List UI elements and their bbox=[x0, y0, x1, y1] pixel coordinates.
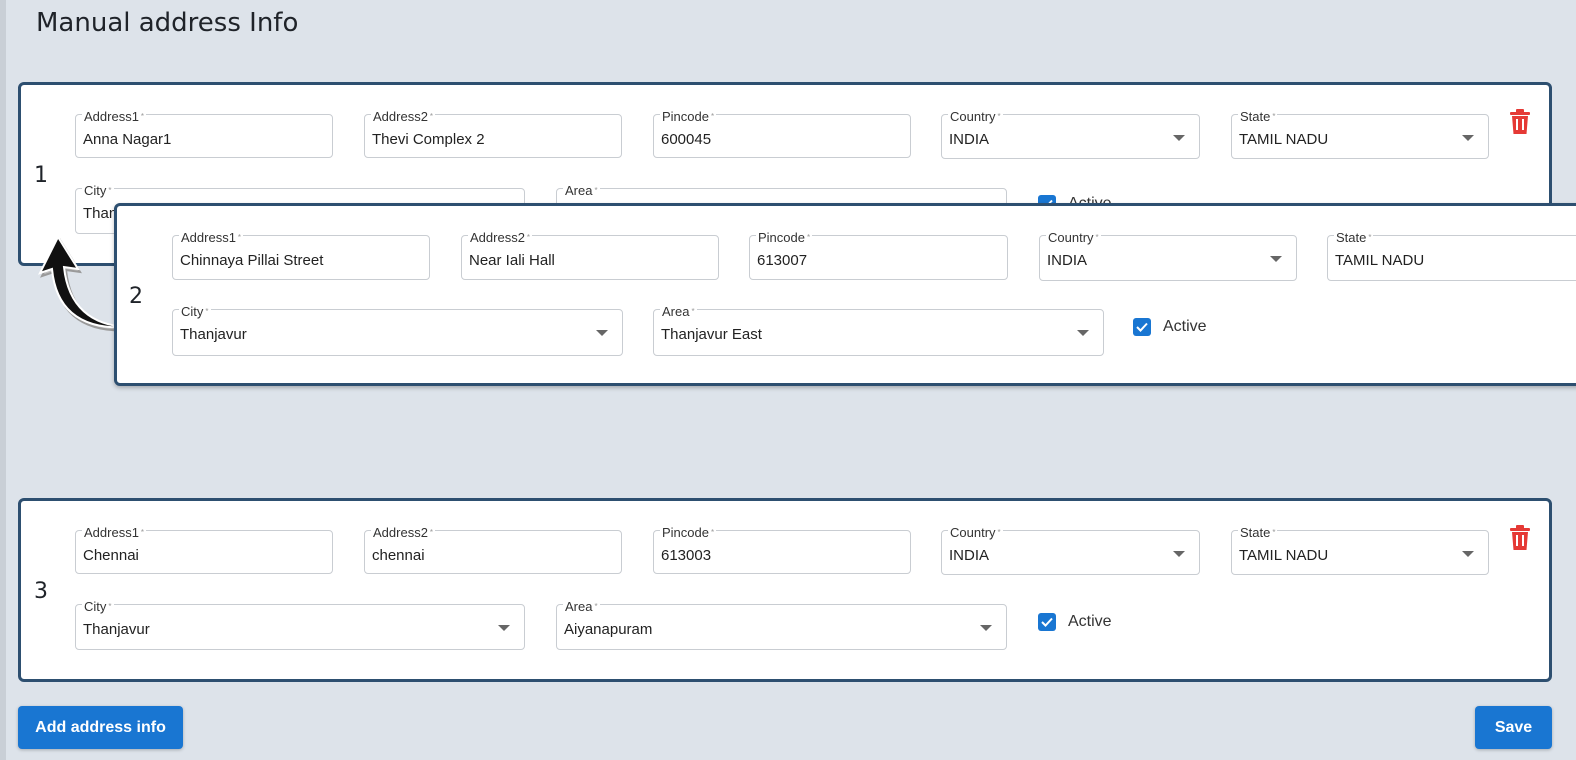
address2-field[interactable]: Address2 * Thevi Complex 2 bbox=[364, 110, 622, 158]
pincode-field[interactable]: Pincode * 613007 bbox=[749, 231, 1008, 280]
city-label: City * bbox=[82, 183, 114, 198]
caret-down-icon bbox=[1173, 551, 1185, 557]
pincode-value: 600045 bbox=[661, 131, 712, 148]
caret-down-icon bbox=[596, 330, 608, 336]
state-label: State * bbox=[1334, 230, 1374, 245]
country-select[interactable]: Country * INDIA bbox=[941, 110, 1200, 159]
address2-field[interactable]: Address2 * chennai bbox=[364, 526, 622, 574]
active-checkbox[interactable]: Active bbox=[1133, 318, 1207, 336]
area-select[interactable]: Area * Aiyanapuram bbox=[556, 600, 1007, 650]
save-button[interactable]: Save bbox=[1475, 706, 1552, 749]
state-value: TAMIL NADU bbox=[1335, 252, 1425, 269]
pincode-label: Pincode * bbox=[660, 525, 717, 540]
area-value: Thanjavur East bbox=[661, 326, 762, 343]
country-value: INDIA bbox=[949, 547, 990, 564]
pincode-field[interactable]: Pincode * 613003 bbox=[653, 526, 911, 574]
pincode-label: Pincode * bbox=[756, 230, 813, 245]
state-select[interactable]: State * TAMIL NADU bbox=[1231, 110, 1489, 159]
address1-field[interactable]: Address1 * Chennai bbox=[75, 526, 333, 574]
card-number: 3 bbox=[34, 579, 48, 604]
country-value: INDIA bbox=[1047, 252, 1088, 269]
caret-down-icon bbox=[980, 625, 992, 631]
address2-label: Address2 * bbox=[371, 109, 436, 124]
check-icon bbox=[1038, 613, 1056, 631]
country-value: INDIA bbox=[949, 131, 990, 148]
caret-down-icon bbox=[498, 625, 510, 631]
country-select[interactable]: Country * INDIA bbox=[1039, 231, 1297, 281]
state-select[interactable]: State * TAMIL NADU bbox=[1327, 231, 1576, 281]
address1-label: Address1 * bbox=[82, 109, 147, 124]
address2-value: chennai bbox=[372, 547, 425, 564]
pincode-label: Pincode * bbox=[660, 109, 717, 124]
address2-label: Address2 * bbox=[468, 230, 533, 245]
state-value: TAMIL NADU bbox=[1239, 131, 1329, 148]
city-select[interactable]: City * Thanjavur bbox=[75, 600, 525, 650]
address2-label: Address2 * bbox=[371, 525, 436, 540]
city-label: City * bbox=[82, 599, 114, 614]
area-label: Area * bbox=[660, 304, 697, 319]
country-label: Country * bbox=[948, 109, 1003, 124]
trash-icon[interactable] bbox=[1508, 525, 1532, 551]
address1-value: Chennai bbox=[83, 547, 139, 564]
address1-label: Address1 * bbox=[179, 230, 244, 245]
left-rail bbox=[0, 0, 6, 760]
city-value: Thanjavur bbox=[180, 326, 247, 343]
pincode-value: 613003 bbox=[661, 547, 712, 564]
area-label: Area * bbox=[563, 599, 600, 614]
state-label: State * bbox=[1238, 525, 1278, 540]
address1-field[interactable]: Address1 * Anna Nagar1 bbox=[75, 110, 333, 158]
trash-icon[interactable] bbox=[1508, 109, 1532, 135]
card-number: 2 bbox=[129, 284, 143, 309]
country-label: Country * bbox=[948, 525, 1003, 540]
caret-down-icon bbox=[1462, 551, 1474, 557]
state-value: TAMIL NADU bbox=[1239, 547, 1329, 564]
city-value: Than bbox=[83, 205, 118, 222]
caret-down-icon bbox=[1462, 135, 1474, 141]
address1-field[interactable]: Address1 * Chinnaya Pillai Street bbox=[172, 231, 430, 280]
address2-value: Near Iali Hall bbox=[469, 252, 555, 269]
country-label: Country * bbox=[1046, 230, 1101, 245]
card-number: 1 bbox=[34, 163, 48, 188]
active-label: Active bbox=[1163, 318, 1207, 335]
caret-down-icon bbox=[1270, 256, 1282, 262]
address1-label: Address1 * bbox=[82, 525, 147, 540]
address2-value: Thevi Complex 2 bbox=[372, 131, 485, 148]
caret-down-icon bbox=[1173, 135, 1185, 141]
country-select[interactable]: Country * INDIA bbox=[941, 526, 1200, 575]
state-select[interactable]: State * TAMIL NADU bbox=[1231, 526, 1489, 575]
city-label: City * bbox=[179, 304, 211, 319]
address2-field[interactable]: Address2 * Near Iali Hall bbox=[461, 231, 719, 280]
address1-value: Anna Nagar1 bbox=[83, 131, 172, 148]
address-card-2[interactable]: 2 Address1 * Chinnaya Pillai Street Addre… bbox=[114, 203, 1576, 386]
active-label: Active bbox=[1068, 613, 1112, 630]
city-value: Thanjavur bbox=[83, 621, 150, 638]
pincode-value: 613007 bbox=[757, 252, 808, 269]
add-address-info-button[interactable]: Add address info bbox=[18, 706, 183, 749]
page-title: Manual address Info bbox=[36, 8, 299, 38]
state-label: State * bbox=[1238, 109, 1278, 124]
check-icon bbox=[1133, 318, 1151, 336]
area-value: Aiyanapuram bbox=[564, 621, 653, 638]
pincode-field[interactable]: Pincode * 600045 bbox=[653, 110, 911, 158]
address-card-3: 3 Address1 * Chennai Address2 * chennai Pi… bbox=[18, 498, 1552, 682]
caret-down-icon bbox=[1077, 330, 1089, 336]
active-checkbox[interactable]: Active bbox=[1038, 613, 1112, 631]
area-select[interactable]: Area * Thanjavur East bbox=[653, 305, 1104, 356]
city-select[interactable]: City * Thanjavur bbox=[172, 305, 623, 356]
address1-value: Chinnaya Pillai Street bbox=[180, 252, 324, 269]
area-label: Area * bbox=[563, 183, 600, 198]
